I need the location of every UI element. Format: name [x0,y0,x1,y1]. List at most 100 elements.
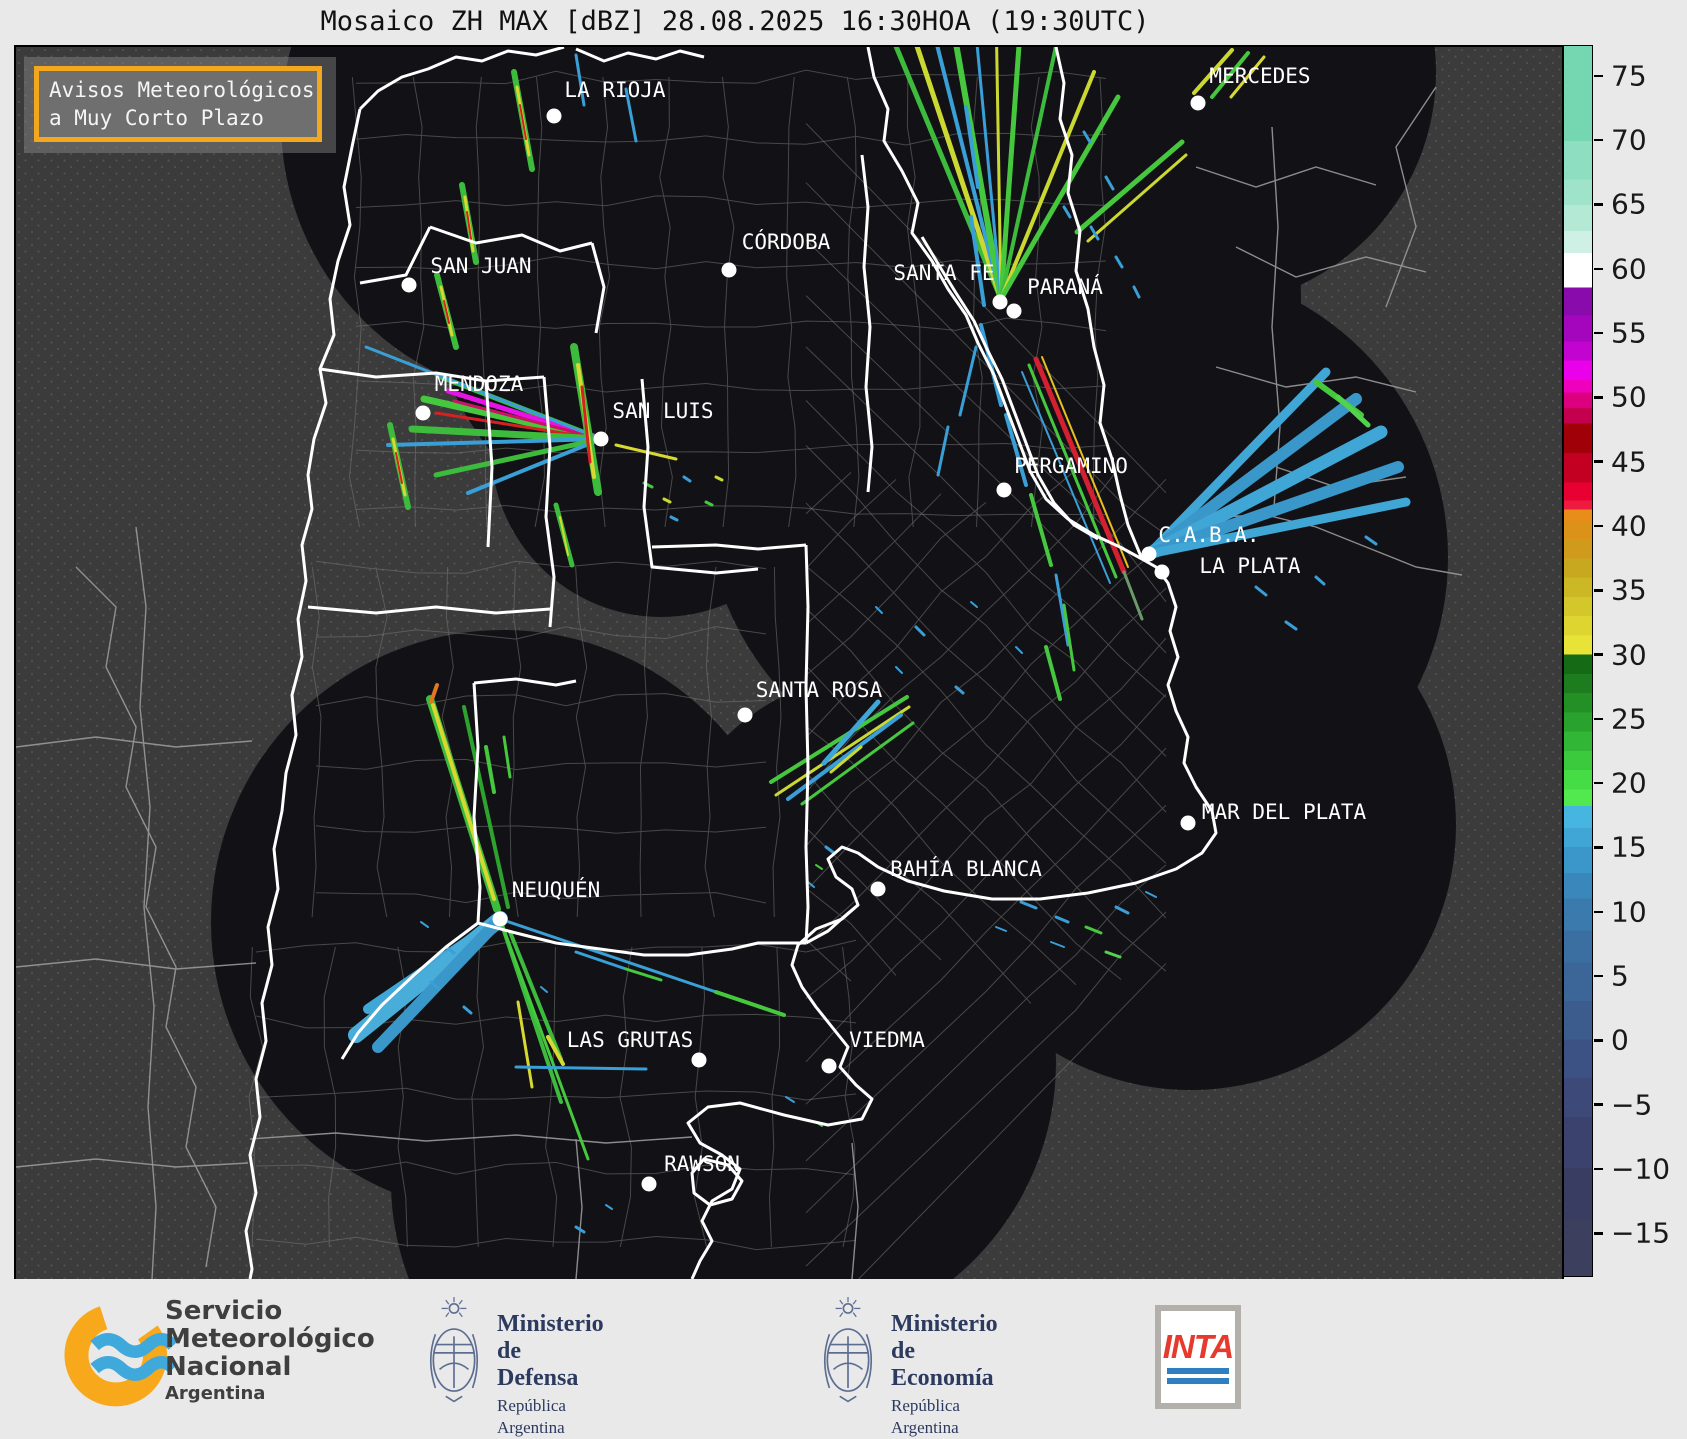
city-dot [1154,564,1170,580]
colorbar-tick-label: 20 [1611,766,1647,800]
city-dot [593,431,609,447]
city-dot [821,1058,837,1074]
inta-logo: INTA [1155,1305,1241,1409]
city-dot [1006,303,1022,319]
inta-stripe-1 [1167,1368,1229,1374]
defensa-line2: de Defensa [497,1338,579,1391]
warning-button[interactable]: Avisos Meteorológicos a Muy Corto Plazo [34,66,322,142]
smn-line3: Nacional [165,1352,292,1382]
colorbar-tick-mark [1594,1039,1603,1042]
colorbar-tick-mark [1594,1167,1603,1171]
city-dot [996,482,1012,498]
city-dot [546,108,562,124]
radar-map: LA RIOJA MERCEDES SAN JUAN CÓRDOBA SANTA FE P… [14,45,1564,1281]
colorbar-tick-label: 30 [1611,638,1647,672]
city-label: SAN JUAN [430,254,531,278]
colorbar-tick-mark [1594,589,1603,592]
colorbar-tick-mark [1594,396,1603,399]
colorbar-tick-mark [1594,781,1603,785]
colorbar-tick-mark [1594,331,1603,335]
radar-mosaic-page: { "title": "Mosaico ZH MAX [dBZ] 28.08.2… [0,0,1687,1438]
city-label: SANTA FE [893,261,994,285]
colorbar-tick-label: 65 [1611,187,1647,221]
colorbar-tick-label: 35 [1611,573,1647,607]
colorbar-tick-label: 55 [1611,316,1647,350]
colorbar-tick-mark [1594,1232,1603,1235]
economia-line3: República Argentina [891,1396,960,1437]
smn-line1: Servicio [165,1296,283,1326]
colorbar-tick-mark [1594,653,1603,656]
smn-logo-icon [64,1293,179,1425]
colorbar-tick-mark [1594,460,1603,463]
city-dot [1190,95,1206,111]
smn-logo-text: Servicio Meteorológico Nacional Argentin… [165,1297,375,1405]
colorbar-tick-mark [1594,1103,1603,1106]
colorbar-tick-label: 40 [1611,509,1647,543]
inta-stripe-2 [1167,1378,1229,1384]
colorbar-tick-mark [1594,910,1603,914]
city-label: SANTA ROSA [756,678,883,702]
colorbar-tick-mark [1594,524,1603,528]
colorbar-tick-label: 15 [1611,830,1647,864]
city-label: MERCEDES [1209,64,1310,88]
city-label: LA PLATA [1199,554,1301,578]
ministerio-economia-text: Ministerio de Economía República Argenti… [891,1311,998,1439]
city-label: LA RIOJA [564,78,666,102]
economia-line2: de Economía [891,1338,994,1391]
city-dot [870,881,886,897]
city-dot [992,294,1008,310]
city-dot [492,911,508,927]
city-label: BAHÍA BLANCA [890,856,1042,881]
city-label: PERGAMINO [1014,454,1128,478]
colorbar-tick-label: 75 [1611,59,1647,93]
city-label: MENDOZA [435,372,524,396]
city-label: C.A.B.A. [1158,523,1259,547]
city-dot [401,277,417,293]
colorbar-tick-label: 10 [1611,895,1647,929]
city-label: LAS GRUTAS [567,1028,693,1052]
ministerio-defensa-text: Ministerio de Defensa República Argentin… [497,1311,604,1439]
city-dot [641,1176,657,1192]
city-dot [1180,815,1196,831]
defensa-line1: Ministerio [497,1311,604,1337]
colorbar-tick-mark [1594,267,1603,271]
city-label: VIEDMA [849,1028,925,1052]
colorbar-tick-mark [1594,203,1603,206]
colorbar-tick-mark [1594,138,1603,142]
radar-echo [514,1065,648,1071]
city-label: NEUQUÉN [512,877,601,902]
colorbar-tick-mark [1594,846,1603,849]
city-dot [737,707,753,723]
city-dot [691,1052,707,1068]
colorbar-tick-label: 5 [1611,959,1629,993]
colorbar: 75 70 65 60 55 50 45 40 35 30 25 20 15 10 5 0 −5 −10 −15 [1563,45,1687,1277]
warning-line-1: Avisos Meteorológicos [49,78,315,102]
colorbar-tick-mark [1594,717,1603,721]
colorbar-tick-label: 25 [1611,702,1647,736]
coat-of-arms-icon [817,1295,879,1423]
colorbar-tick-mark [1594,74,1603,78]
colorbar-tick-label: −15 [1611,1216,1671,1250]
warning-line-2: a Muy Corto Plazo [49,106,264,130]
coat-of-arms-icon [423,1295,485,1423]
radar-map-canvas: LA RIOJA MERCEDES SAN JUAN CÓRDOBA SANTA FE P… [16,47,1562,1279]
city-dot [415,405,431,421]
defensa-line3: República Argentina [497,1396,566,1437]
colorbar-tick-label: 60 [1611,252,1647,286]
inta-label: INTA [1162,1328,1235,1365]
colorbar-tick-label: 45 [1611,445,1647,479]
smn-line4: Argentina [165,1383,266,1404]
city-label: SAN LUIS [612,399,713,423]
city-label: PARANÁ [1027,274,1103,299]
city-label: MAR DEL PLATA [1202,800,1367,824]
economia-line1: Ministerio [891,1311,998,1337]
footer: Servicio Meteorológico Nacional Argentin… [0,1279,1687,1438]
city-dot [1141,546,1157,562]
smn-line2: Meteorológico [165,1324,375,1354]
city-dot [721,262,737,278]
colorbar-tick-label: 50 [1611,380,1647,414]
city-label: CÓRDOBA [742,229,831,254]
colorbar-tick-mark [1594,974,1603,978]
city-label: RAWSON [664,1152,740,1176]
colorbar-tick-label: 70 [1611,123,1647,157]
